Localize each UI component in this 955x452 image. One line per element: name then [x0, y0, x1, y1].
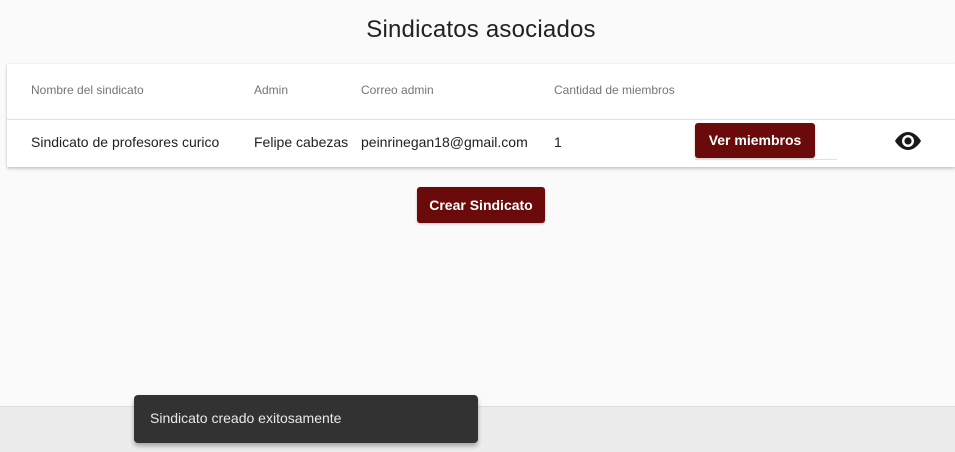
column-header-admin[interactable]: Admin — [254, 83, 288, 97]
snackbar: Sindicato creado exitosamente — [134, 395, 478, 443]
ver-miembros-underline — [695, 159, 837, 160]
table-header: Nombre del sindicato Admin Correo admin … — [7, 64, 955, 120]
snackbar-message: Sindicato creado exitosamente — [150, 410, 342, 426]
page-title: Sindicatos asociados — [366, 16, 596, 43]
cell-correo: peinrinegan18@gmail.com — [361, 134, 528, 150]
cell-cantidad: 1 — [554, 134, 562, 150]
ver-miembros-button[interactable]: Ver miembros — [695, 123, 815, 158]
cell-nombre: Sindicato de profesores curico — [31, 134, 220, 150]
cell-admin: Felipe cabezas — [254, 134, 349, 150]
eye-icon[interactable] — [893, 130, 923, 152]
sindicatos-table: Nombre del sindicato Admin Correo admin … — [7, 64, 955, 167]
column-header-cantidad[interactable]: Cantidad de miembros — [554, 83, 675, 97]
column-header-nombre[interactable]: Nombre del sindicato — [31, 83, 144, 97]
crear-sindicato-button[interactable]: Crear Sindicato — [417, 187, 545, 223]
table-row: Sindicato de profesores curico Felipe ca… — [7, 120, 955, 167]
column-header-correo[interactable]: Correo admin — [361, 83, 434, 97]
page: Sindicatos asociados Nombre del sindicat… — [0, 0, 955, 452]
